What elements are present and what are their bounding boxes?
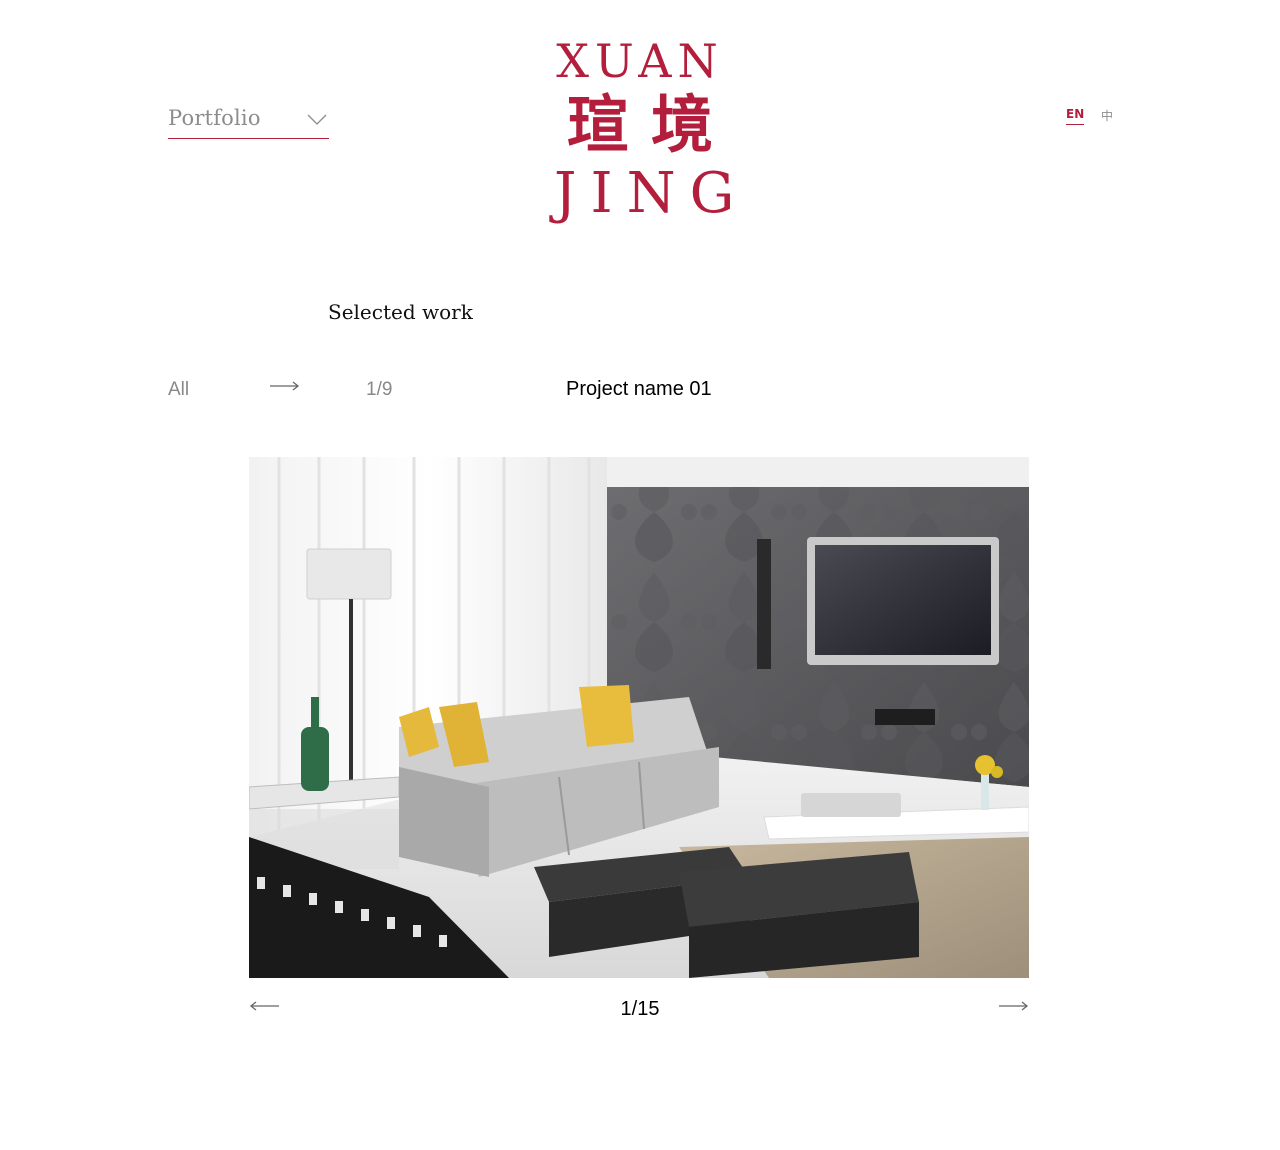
chevron-down-icon: [307, 114, 327, 125]
project-counter: 1/9: [366, 379, 393, 400]
logo-text-mid: 瑄境: [566, 88, 735, 161]
logo-text-bottom: JING: [554, 161, 749, 226]
brand-logo[interactable]: XUAN 瑄境 JING: [540, 38, 740, 228]
lang-zh-link[interactable]: 中: [1101, 107, 1113, 124]
category-filter-all[interactable]: All: [168, 379, 189, 401]
logo-text-top: XUAN: [556, 34, 724, 88]
arrow-right-icon[interactable]: [999, 1000, 1029, 1012]
slide-counter: 1/15: [620, 998, 660, 1020]
portfolio-dropdown-label: Portfolio: [168, 106, 261, 130]
portfolio-dropdown[interactable]: Portfolio: [168, 104, 329, 139]
arrow-right-icon[interactable]: [270, 380, 300, 392]
project-name: Project name 01: [566, 378, 712, 400]
lang-en-link[interactable]: EN: [1066, 107, 1085, 125]
project-image[interactable]: [249, 457, 1029, 978]
page-title: Selected work: [328, 300, 473, 324]
living-room-scene: [249, 457, 1029, 978]
